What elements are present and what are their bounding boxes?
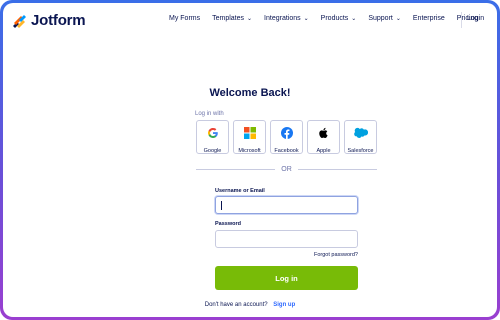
nav-label: Support xyxy=(368,15,393,22)
login-button[interactable]: Log in xyxy=(215,266,358,290)
chevron-down-icon: ⌄ xyxy=(303,16,309,22)
page: Jotform My Forms Templates ⌄ Integrations… xyxy=(3,3,497,317)
nav-templates[interactable]: Templates ⌄ xyxy=(212,15,252,22)
nav-support[interactable]: Support ⌄ xyxy=(368,15,401,22)
page-title: Welcome Back! xyxy=(209,87,291,99)
password-label: Password xyxy=(215,221,241,227)
nav-label: Enterprise xyxy=(412,15,445,22)
facebook-login-button[interactable]: Facebook xyxy=(270,120,303,154)
jotform-logo[interactable]: Jotform xyxy=(11,12,86,29)
nav-label: Templates xyxy=(212,15,245,22)
salesforce-login-button[interactable]: Salesforce xyxy=(344,120,377,154)
nav-integrations[interactable]: Integrations ⌄ xyxy=(264,15,309,22)
brand-name: Jotform xyxy=(31,12,86,29)
username-input[interactable] xyxy=(215,196,358,214)
nav-divider xyxy=(461,12,462,28)
microsoft-login-button[interactable]: Microsoft xyxy=(233,120,266,154)
or-text: OR xyxy=(281,166,292,173)
provider-label: Google xyxy=(203,148,222,154)
nav-label: Integrations xyxy=(264,15,301,22)
google-icon xyxy=(207,126,219,144)
signup-link[interactable]: Sign up xyxy=(273,302,295,308)
or-separator: OR xyxy=(196,166,377,173)
chevron-down-icon: ⌄ xyxy=(395,16,401,22)
provider-label: Salesforce xyxy=(347,148,374,154)
window-frame: Jotform My Forms Templates ⌄ Integrations… xyxy=(0,0,500,320)
chevron-down-icon: ⌄ xyxy=(247,16,253,22)
provider-label: Facebook xyxy=(274,148,299,154)
provider-label: Apple xyxy=(316,148,331,154)
nav-label: Products xyxy=(320,15,349,22)
signup-prompt: Don't have an account? Sign up xyxy=(3,302,497,308)
text-cursor xyxy=(221,201,222,210)
top-nav: Jotform My Forms Templates ⌄ Integrations… xyxy=(3,3,497,37)
nav-login-link[interactable]: Login xyxy=(467,15,484,22)
apple-icon xyxy=(318,126,330,144)
forgot-password-link[interactable]: Forgot password? xyxy=(303,252,358,258)
salesforce-icon xyxy=(353,126,368,144)
no-account-text: Don't have an account? xyxy=(204,302,268,308)
google-login-button[interactable]: Google xyxy=(196,120,229,154)
nav-products[interactable]: Products ⌄ xyxy=(321,15,357,22)
social-login-providers: Google Microsoft Facebook Apple Salesfor… xyxy=(196,120,377,154)
nav-enterprise[interactable]: Enterprise xyxy=(413,15,445,22)
chevron-down-icon: ⌄ xyxy=(351,16,357,22)
main-menu: My Forms Templates ⌄ Integrations ⌄ Produc… xyxy=(169,15,490,22)
jotform-logo-icon xyxy=(11,13,27,29)
facebook-icon xyxy=(280,126,293,144)
password-input[interactable] xyxy=(215,230,358,248)
separator-line xyxy=(297,169,377,170)
username-label: Username or Email xyxy=(215,188,265,194)
nav-my-forms[interactable]: My Forms xyxy=(169,15,200,22)
login-with-label: Log in with xyxy=(195,111,224,117)
separator-line xyxy=(196,169,276,170)
apple-login-button[interactable]: Apple xyxy=(307,120,340,154)
provider-label: Microsoft xyxy=(238,148,261,154)
microsoft-icon xyxy=(243,126,256,144)
nav-label: My Forms xyxy=(169,15,201,22)
